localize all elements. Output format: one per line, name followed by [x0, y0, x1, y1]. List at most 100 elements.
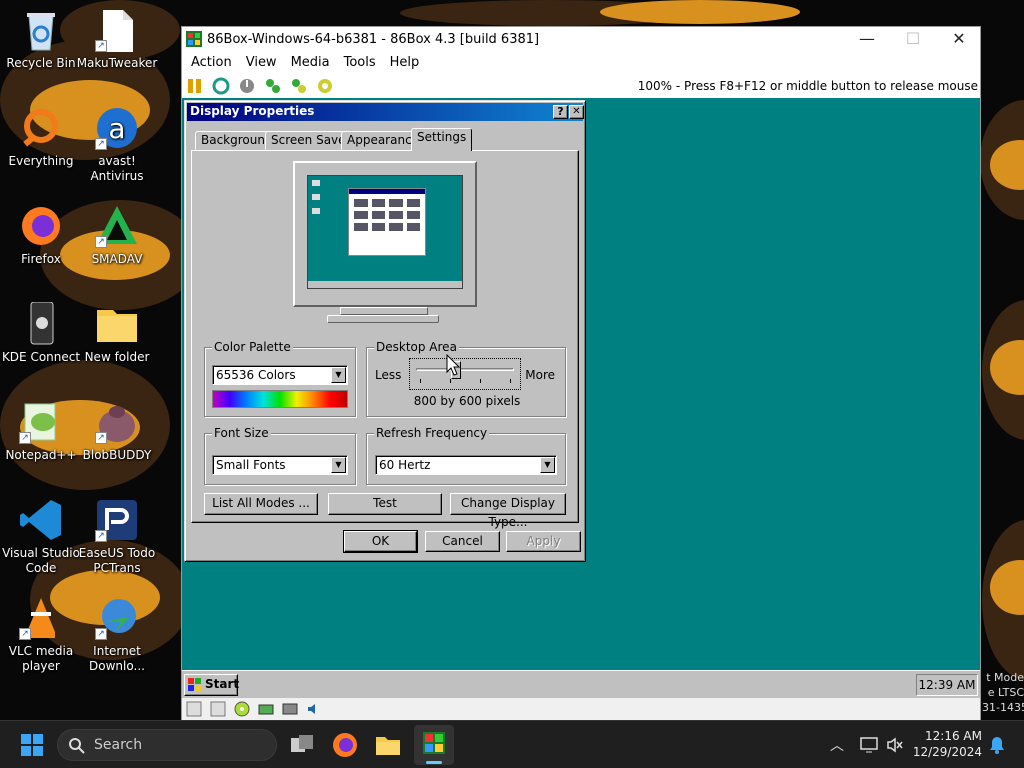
shortcut-arrow-icon: ↗ [95, 432, 107, 444]
desktop-icon-kde-connect[interactable]: KDE Connect [0, 301, 82, 365]
file-explorer-icon[interactable] [372, 729, 404, 761]
firefox-taskbar-icon[interactable] [329, 729, 361, 761]
menu-help[interactable]: Help [383, 55, 427, 70]
floppy-drive-b-icon[interactable] [210, 701, 226, 717]
desktop-icon-smadav[interactable]: ↗ SMADAV [76, 204, 158, 267]
desktop-area-label: Desktop Area [374, 340, 459, 354]
ctrl-alt-esc-icon[interactable] [290, 77, 308, 95]
shortcut-arrow-icon: ↗ [95, 236, 107, 248]
mouse-cursor-icon [446, 354, 460, 376]
vlc-icon: ↗ [19, 596, 63, 640]
tab-settings[interactable]: Settings [411, 128, 473, 151]
list-all-modes-button[interactable]: List All Modes ... [204, 493, 318, 515]
cdrom-icon[interactable] [234, 701, 250, 717]
shortcut-arrow-icon: ↗ [95, 530, 107, 542]
desktop-icon-makutweaker[interactable]: ↗ MakuTweaker [76, 8, 158, 71]
monitor-base [327, 315, 439, 323]
font-size-select[interactable]: Small Fonts ▼ [212, 455, 348, 475]
color-palette-group: Color Palette 65536 Colors ▼ [204, 340, 356, 417]
shortcut-arrow-icon: ↗ [95, 40, 107, 52]
chevron-down-icon[interactable]: ▼ [331, 457, 346, 473]
easeus-icon: ↗ [95, 498, 139, 542]
preview-screen [307, 175, 463, 289]
preview-taskbar [308, 281, 462, 288]
shortcut-arrow-icon: ↗ [19, 432, 31, 444]
power-icon[interactable] [238, 77, 256, 95]
86box-taskbar-icon [423, 732, 445, 754]
smadav-icon: ↗ [95, 204, 139, 248]
shortcut-arrow-icon: ↗ [95, 138, 107, 150]
resolution-slider[interactable] [409, 358, 521, 390]
windows-logo-icon [188, 678, 201, 691]
test-button[interactable]: Test [328, 493, 442, 515]
close-button[interactable]: ✕ [936, 27, 982, 51]
chevron-up-icon[interactable]: ︿ [830, 735, 844, 755]
desktop-icon-avast[interactable]: a ↗ avast! Antivirus [76, 106, 158, 184]
taskbar-clock[interactable]: 12:16 AM 12/29/2024 [912, 728, 982, 760]
dialog-title: Display Properties [190, 104, 315, 118]
86box-taskbar-button[interactable] [414, 725, 454, 765]
ok-button[interactable]: OK [343, 530, 418, 553]
desktop-icon-vlc[interactable]: ↗ VLC media player [0, 596, 82, 674]
86box-app-icon [186, 31, 202, 47]
desktop-icon-blobbuddy[interactable]: ↗ BlobBUDDY [76, 400, 158, 463]
menu-tools[interactable]: Tools [337, 55, 383, 70]
dialog-titlebar[interactable]: Display Properties ? ✕ [187, 103, 584, 121]
dialog-close-button[interactable]: ✕ [569, 105, 584, 119]
network-icon[interactable] [282, 701, 298, 717]
taskbar-search-box[interactable]: Search [57, 729, 277, 761]
display-icon[interactable] [860, 736, 878, 754]
svg-text:a: a [108, 112, 125, 145]
task-view-icon[interactable] [286, 729, 318, 761]
menu-media[interactable]: Media [284, 55, 337, 70]
speaker-muted-icon[interactable] [886, 736, 904, 754]
refresh-frequency-select[interactable]: 60 Hertz ▼ [375, 455, 557, 475]
slider-more-label: More [525, 368, 555, 382]
desktop-icon-new-folder[interactable]: New folder [76, 302, 158, 365]
everything-icon [19, 106, 63, 150]
desktop-icon-idm[interactable]: ↗ Internet Downlo... [76, 596, 158, 674]
help-button[interactable]: ? [553, 105, 568, 119]
color-palette-select[interactable]: 65536 Colors ▼ [212, 365, 348, 385]
sound-icon[interactable] [306, 701, 322, 717]
display-properties-dialog[interactable]: Display Properties ? ✕ Background Screen… [184, 100, 586, 562]
avast-icon: a ↗ [95, 106, 139, 150]
preview-desktop-icons [312, 180, 322, 230]
86box-window[interactable]: 86Box-Windows-64-b6381 - 86Box 4.3 [buil… [181, 26, 981, 720]
pause-icon[interactable] [186, 77, 204, 95]
chevron-down-icon[interactable]: ▼ [540, 457, 555, 473]
monitor-preview [293, 161, 477, 307]
monitor-neck [340, 307, 428, 315]
start-button[interactable]: Start [184, 674, 239, 696]
chevron-down-icon[interactable]: ▼ [331, 367, 346, 383]
desktop-icon-easeus[interactable]: ↗ EaseUS Todo PCTrans [76, 498, 158, 576]
hard-disk-icon[interactable] [258, 701, 274, 717]
maximize-button[interactable]: ☐ [890, 27, 936, 51]
minimize-button[interactable]: — [844, 27, 890, 51]
folder-icon [95, 302, 139, 346]
search-icon [69, 738, 85, 754]
windows-start-icon[interactable] [16, 729, 48, 761]
cancel-button[interactable]: Cancel [425, 531, 500, 552]
desktop-icon-notepad-plus[interactable]: ↗ Notepad++ [0, 400, 82, 463]
idm-icon: ↗ [95, 596, 139, 640]
ctrl-alt-del-icon[interactable] [264, 77, 282, 95]
guest-clock: 12:39 AM [916, 674, 978, 696]
settings-gear-icon[interactable] [316, 77, 334, 95]
apply-button[interactable]: Apply [506, 531, 581, 552]
notification-bell-icon[interactable] [988, 735, 1006, 755]
menu-action[interactable]: Action [184, 55, 239, 70]
desktop-icon-vscode[interactable]: Visual Studio Code [0, 498, 82, 576]
desktop-icon-recycle-bin[interactable]: Recycle Bin [0, 8, 82, 71]
desktop-icon-everything[interactable]: Everything [0, 106, 82, 169]
menu-view[interactable]: View [239, 55, 284, 70]
desktop-icon-firefox[interactable]: Firefox [0, 204, 82, 267]
change-display-type-button[interactable]: Change Display Type... [450, 493, 566, 529]
reset-icon[interactable] [212, 77, 230, 95]
guest-screen[interactable]: Display Properties ? ✕ Background Screen… [182, 98, 980, 698]
86box-title: 86Box-Windows-64-b6381 - 86Box 4.3 [buil… [207, 31, 540, 47]
color-palette-label: Color Palette [212, 340, 293, 354]
floppy-drive-icon[interactable] [186, 701, 202, 717]
font-size-group: Font Size Small Fonts ▼ [204, 426, 356, 485]
recycle-bin-icon [19, 8, 63, 52]
